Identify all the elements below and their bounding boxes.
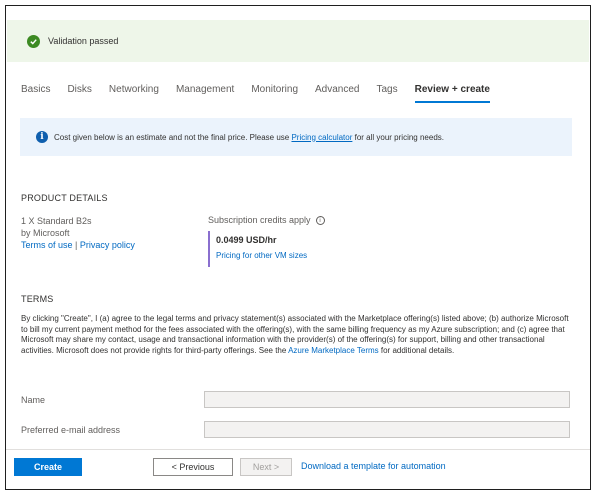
name-label: Name — [21, 395, 46, 405]
vm-create-review-page: Validation passed Basics Disks Networkin… — [5, 5, 591, 490]
checkmark-icon — [27, 34, 40, 48]
previous-button[interactable]: < Previous — [153, 458, 233, 476]
product-info: 1 X Standard B2s by Microsoft Terms of u… — [21, 215, 135, 251]
tab-disks[interactable]: Disks — [67, 84, 91, 103]
tab-advanced[interactable]: Advanced — [315, 84, 359, 103]
validation-banner: Validation passed — [7, 20, 589, 62]
tab-management[interactable]: Management — [176, 84, 234, 103]
cost-info-text-end: for all your pricing needs. — [352, 132, 444, 142]
product-name: 1 X Standard B2s — [21, 216, 92, 226]
product-vendor: by Microsoft — [21, 228, 70, 238]
info-circle-icon[interactable]: i — [315, 216, 325, 226]
pricing-other-sizes-link[interactable]: Pricing for other VM sizes — [216, 251, 307, 260]
link-separator: | — [72, 240, 80, 250]
marketplace-terms-link[interactable]: Azure Marketplace Terms — [288, 346, 379, 355]
pricing-calculator-link[interactable]: Pricing calculator — [291, 133, 352, 142]
price-value: 0.0499 USD/hr — [216, 235, 277, 245]
subscription-credits-label: Subscription credits apply — [208, 215, 311, 225]
name-field[interactable] — [204, 391, 570, 408]
next-button[interactable]: Next > — [240, 458, 292, 476]
terms-text: By clicking "Create", I (a) agree to the… — [21, 314, 577, 356]
create-button[interactable]: Create — [14, 458, 82, 476]
cost-info-text: Cost given below is an estimate and not … — [54, 133, 444, 142]
cost-info-text-start: Cost given below is an estimate and not … — [54, 132, 292, 142]
product-links: Terms of use | Privacy policy — [21, 239, 135, 251]
info-icon: i — [36, 131, 48, 143]
tab-networking[interactable]: Networking — [109, 84, 159, 103]
cost-info-banner: i Cost given below is an estimate and no… — [20, 118, 572, 156]
subscription-credits: Subscription credits apply i — [208, 215, 325, 226]
email-label: Preferred e-mail address — [21, 425, 121, 435]
tab-monitoring[interactable]: Monitoring — [251, 84, 298, 103]
terms-heading: TERMS — [21, 294, 54, 304]
email-field[interactable] — [204, 421, 570, 438]
terms-body-end: for additional details. — [378, 345, 455, 355]
product-details-heading: PRODUCT DETAILS — [21, 193, 108, 203]
wizard-tabs: Basics Disks Networking Management Monit… — [21, 84, 507, 103]
terms-of-use-link[interactable]: Terms of use — [21, 240, 73, 250]
tab-tags[interactable]: Tags — [377, 84, 398, 103]
price-panel: 0.0499 USD/hr Pricing for other VM sizes — [208, 231, 307, 267]
download-template-link[interactable]: Download a template for automation — [301, 461, 446, 471]
footer-divider — [6, 449, 590, 450]
tab-basics[interactable]: Basics — [21, 84, 50, 103]
validation-status: Validation passed — [48, 36, 119, 46]
privacy-policy-link[interactable]: Privacy policy — [80, 240, 135, 250]
tab-review-create[interactable]: Review + create — [414, 84, 490, 103]
